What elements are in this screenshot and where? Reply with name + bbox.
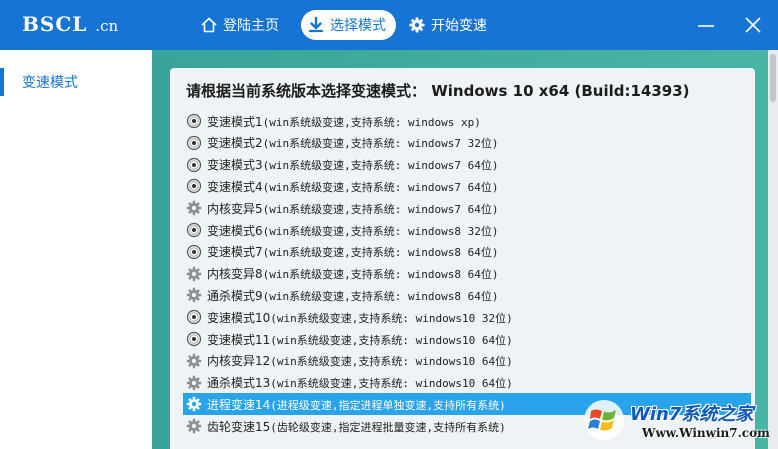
nav-start-speed-label: 开始变速	[431, 18, 487, 34]
mode-option-text: 进程变速14(进程级变速,指定进程单独变速,支持所有系统)	[207, 396, 506, 413]
mode-option-desc: (齿轮级变速,指定进程批量变速,支持所有系统)	[270, 420, 506, 434]
gear-icon	[186, 266, 202, 281]
mode-option-text: 变速模式4(win系统级变速,支持系统: windows7 64位)	[207, 178, 498, 195]
mode-option-name: 内核变异12	[207, 354, 271, 369]
gear-icon	[186, 200, 202, 216]
mode-option-text: 变速模式11(win系统级变速,支持系统: windows10 64位)	[207, 331, 513, 348]
mode-option-desc: (win系统级变速,支持系统: windows8 64位)	[262, 268, 499, 282]
title-bar: BSCL .cn 登陆主页 选择模式 开始变速	[0, 0, 778, 50]
mode-option-desc: (win系统级变速,支持系统: windows10 64位)	[270, 333, 513, 347]
app-logo: BSCL .cn	[22, 12, 118, 36]
watermark-title: Win7系统之家	[630, 404, 754, 425]
mode-option-desc: (win系统级变速,支持系统: windows7 32位)	[262, 137, 499, 151]
mode-option-text: 通杀模式13(win系统级变速,支持系统: windows10 64位)	[207, 374, 513, 391]
mode-option-name: 内核变异5	[207, 201, 263, 216]
mode-option-text: 变速模式6(win系统级变速,支持系统: windows8 32位)	[207, 222, 498, 239]
mode-option[interactable]: 变速模式7(win系统级变速,支持系统: windows8 64位)	[183, 241, 751, 263]
mode-option-name: 变速模式10	[207, 310, 271, 325]
gear-icon	[186, 375, 202, 390]
radio-icon	[186, 244, 202, 259]
close-icon[interactable]	[742, 14, 764, 36]
scrollbar-track[interactable]	[768, 50, 778, 449]
mode-option-text: 通杀模式9(win系统级变速,支持系统: windows8 64位)	[207, 287, 498, 304]
mode-option[interactable]: 变速模式2(win系统级变速,支持系统: windows7 32位)	[183, 132, 751, 154]
mode-option-name: 变速模式3	[207, 158, 263, 173]
radio-icon	[186, 179, 202, 194]
mode-option-desc: (win系统级变速,支持系统: windows8 32位)	[262, 224, 499, 238]
mode-option-name: 变速模式1	[207, 114, 263, 129]
radio-icon	[186, 331, 202, 347]
mode-option-text: 内核变异12(win系统级变速,支持系统: windows10 64位)	[207, 352, 513, 369]
mode-option[interactable]: 内核变异5(win系统级变速,支持系统: windows7 64位)	[183, 197, 751, 219]
mode-option-name: 变速模式2	[207, 136, 263, 151]
windows-logo-icon	[584, 400, 624, 440]
mode-option-text: 内核变异5(win系统级变速,支持系统: windows7 64位)	[207, 200, 498, 217]
mode-option[interactable]: 变速模式3(win系统级变速,支持系统: windows7 64位)	[183, 154, 751, 176]
logo-suffix: .cn	[95, 17, 119, 35]
sidebar-item-speed-mode[interactable]: 变速模式	[0, 66, 152, 98]
mode-option[interactable]: 内核变异8(win系统级变速,支持系统: windows8 64位)	[183, 263, 751, 285]
mode-option-name: 变速模式6	[207, 223, 263, 238]
gear-icon	[186, 418, 202, 434]
mode-option[interactable]: 变速模式10(win系统级变速,支持系统: windows10 32位)	[183, 306, 751, 328]
radio-icon	[186, 135, 202, 150]
mode-option[interactable]: 通杀模式9(win系统级变速,支持系统: windows8 64位)	[183, 284, 751, 306]
mode-option-name: 变速模式4	[207, 179, 263, 194]
mode-option[interactable]: 变速模式11(win系统级变速,支持系统: windows10 64位)	[183, 328, 751, 350]
mode-option-desc: (win系统级变速,支持系统: windows xp)	[262, 115, 481, 129]
mode-option-text: 变速模式3(win系统级变速,支持系统: windows7 64位)	[207, 156, 498, 173]
mode-option-desc: (win系统级变速,支持系统: windows10 64位)	[270, 377, 513, 391]
radio-icon	[186, 113, 202, 129]
mode-option-desc: (win系统级变速,支持系统: windows7 64位)	[262, 180, 499, 194]
mode-option-text: 变速模式7(win系统级变速,支持系统: windows8 64位)	[207, 243, 498, 260]
mode-option[interactable]: 变速模式1(win系统级变速,支持系统: windows xp)	[183, 110, 751, 132]
minimize-icon[interactable]	[695, 14, 717, 36]
mode-option-text: 内核变异8(win系统级变速,支持系统: windows8 64位)	[207, 265, 498, 282]
mode-option-name: 通杀模式13	[207, 376, 271, 391]
watermark-url: Www.Winwin7.com	[642, 426, 770, 440]
home-icon	[201, 17, 217, 33]
gear-icon	[186, 288, 202, 303]
active-indicator	[0, 68, 4, 96]
mode-option-name: 通杀模式9	[207, 288, 263, 303]
mode-option[interactable]: 通杀模式13(win系统级变速,支持系统: windows10 64位)	[183, 372, 751, 394]
mode-option-text: 变速模式10(win系统级变速,支持系统: windows10 32位)	[207, 309, 513, 326]
mode-option-name: 变速模式11	[207, 332, 271, 347]
sidebar-item-label: 变速模式	[22, 75, 78, 91]
mode-option-desc: (win系统级变速,支持系统: windows10 32位)	[270, 311, 513, 325]
sidebar: 变速模式	[0, 50, 152, 449]
gear-icon	[186, 353, 202, 368]
mode-option-desc: (win系统级变速,支持系统: windows8 64位)	[262, 246, 499, 260]
mode-option[interactable]: 变速模式6(win系统级变速,支持系统: windows8 32位)	[183, 219, 751, 241]
mode-option[interactable]: 内核变异12(win系统级变速,支持系统: windows10 64位)	[183, 350, 751, 372]
gear-icon	[409, 17, 425, 33]
gear-icon	[186, 397, 202, 412]
mode-option-text: 齿轮变速15(齿轮级变速,指定进程批量变速,支持所有系统)	[207, 418, 506, 435]
nav-home-button[interactable]: 登陆主页	[200, 10, 279, 40]
mode-option[interactable]: 变速模式4(win系统级变速,支持系统: windows7 64位)	[183, 175, 751, 197]
mode-option-name: 变速模式7	[207, 245, 263, 260]
mode-option-name: 进程变速14	[207, 397, 271, 412]
page-title: 请根据当前系统版本选择变速模式： Windows 10 x64 (Build:1…	[186, 82, 690, 100]
download-icon	[308, 16, 324, 33]
watermark: Win7系统之家 Www.Winwin7.com	[582, 396, 778, 449]
nav-home-label: 登陆主页	[223, 18, 279, 34]
nav-start-speed-button[interactable]: 开始变速	[408, 10, 487, 40]
mode-option-name: 内核变异8	[207, 267, 263, 282]
mode-option-text: 变速模式2(win系统级变速,支持系统: windows7 32位)	[207, 134, 498, 151]
scrollbar-thumb[interactable]	[770, 54, 776, 102]
logo-text: BSCL	[22, 12, 88, 36]
mode-option-desc: (进程级变速,指定进程单独变速,支持所有系统)	[270, 398, 506, 412]
mode-option-name: 齿轮变速15	[207, 419, 271, 434]
mode-option-desc: (win系统级变速,支持系统: windows8 64位)	[262, 289, 499, 303]
mode-option-desc: (win系统级变速,支持系统: windows7 64位)	[262, 202, 499, 216]
mode-option-text: 变速模式1(win系统级变速,支持系统: windows xp)	[207, 113, 481, 130]
mode-option-desc: (win系统级变速,支持系统: windows7 64位)	[262, 159, 499, 173]
nav-select-mode-label: 选择模式	[330, 18, 386, 34]
mode-option-desc: (win系统级变速,支持系统: windows10 64位)	[270, 355, 513, 369]
nav-select-mode-button[interactable]: 选择模式	[301, 10, 396, 40]
radio-icon	[186, 157, 202, 172]
radio-icon	[186, 222, 202, 238]
radio-icon	[186, 310, 202, 325]
